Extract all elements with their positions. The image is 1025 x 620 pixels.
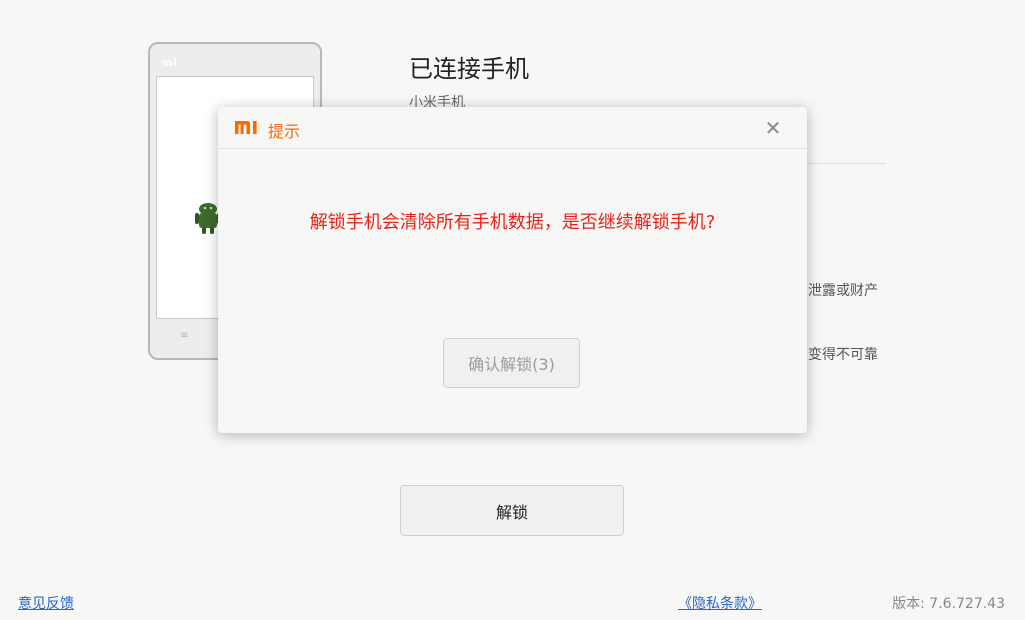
warning-text-line-1: 泄露或财产 bbox=[808, 283, 878, 299]
unlock-button[interactable]: 解锁 bbox=[400, 485, 624, 536]
divider bbox=[800, 163, 886, 164]
phone-menu-icon: ≡ bbox=[180, 330, 189, 341]
dialog-header: 提示 ✕ bbox=[218, 107, 807, 149]
phone-logo: mi bbox=[162, 58, 178, 69]
confirm-dialog: 提示 ✕ 解锁手机会清除所有手机数据，是否继续解锁手机? 确认解锁(3) bbox=[218, 107, 807, 433]
warning-text-line-2: 变得不可靠 bbox=[808, 347, 878, 363]
close-icon[interactable]: ✕ bbox=[762, 115, 784, 141]
dialog-title: 提示 bbox=[268, 122, 301, 141]
feedback-link[interactable]: 意见反馈 bbox=[18, 593, 74, 613]
dialog-message: 解锁手机会清除所有手机数据，是否继续解锁手机? bbox=[309, 212, 716, 233]
page-title: 已连接手机 bbox=[409, 55, 529, 83]
confirm-unlock-button[interactable]: 确认解锁(3) bbox=[443, 338, 580, 388]
privacy-link[interactable]: 《隐私条款》 bbox=[678, 593, 762, 613]
version-label: 版本: 7.6.727.43 bbox=[892, 596, 1005, 612]
mi-logo-icon bbox=[235, 121, 257, 134]
